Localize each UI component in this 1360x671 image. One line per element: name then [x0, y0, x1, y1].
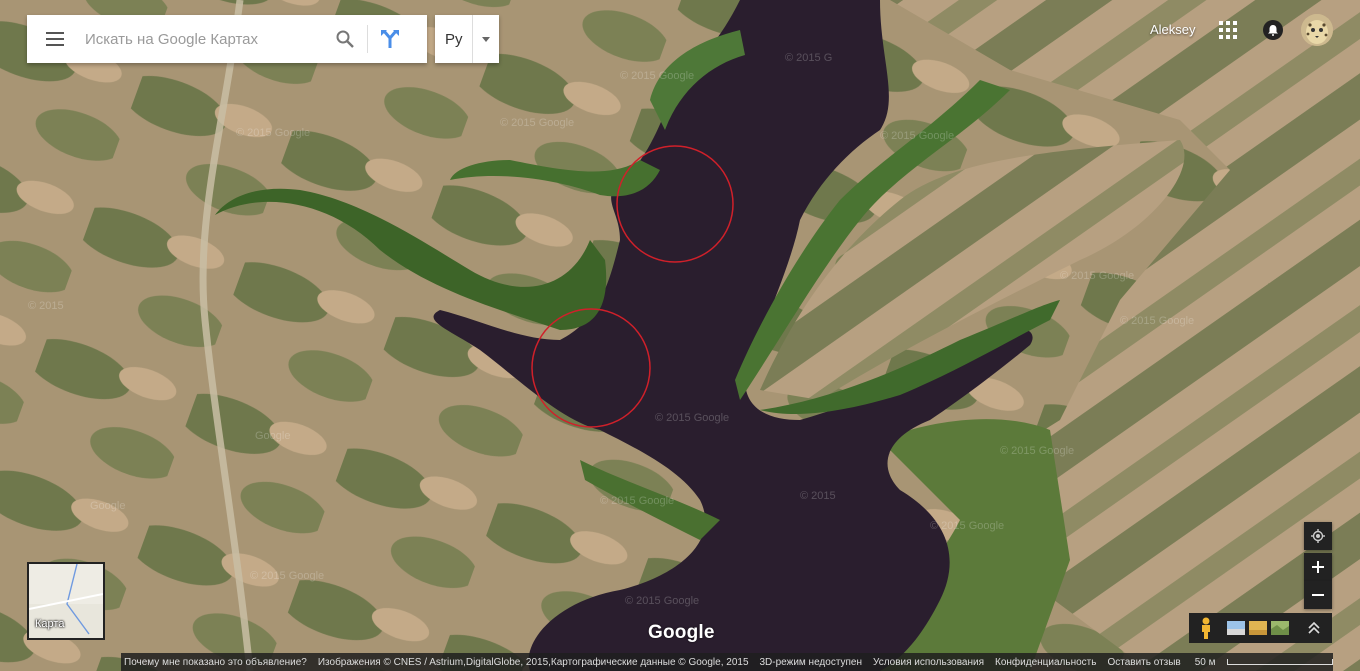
scale-label[interactable]: 50 м [1192, 657, 1333, 668]
search-input[interactable] [83, 18, 323, 60]
map-watermark: Google [255, 430, 291, 442]
feedback-link[interactable]: Оставить отзыв [1107, 657, 1180, 668]
my-location-icon [1311, 529, 1325, 543]
map-watermark: © 2015 Google [500, 117, 575, 129]
map-watermark: © 2015 Google [880, 130, 955, 142]
notifications-button[interactable] [1263, 20, 1283, 40]
map-watermark: © 2015 Google [1000, 445, 1075, 457]
plus-icon [1312, 561, 1324, 573]
map-view-toggle[interactable]: Карта [27, 562, 105, 640]
menu-button[interactable] [27, 15, 83, 63]
layers-bar [1189, 613, 1332, 643]
scale-bar [1226, 658, 1333, 665]
directions-button[interactable] [368, 15, 412, 63]
map-watermark: © 2015 Google [250, 570, 325, 582]
map-watermark: © 2015 G [785, 52, 833, 64]
map-watermark: © 2015 Google [655, 412, 730, 424]
satellite-map[interactable] [0, 0, 1360, 671]
search-box [27, 15, 427, 63]
map-watermark: © 2015 Google [600, 495, 675, 507]
zoom-in-button[interactable] [1304, 553, 1332, 581]
map-watermark: Google [90, 500, 126, 512]
map-watermark: © 2015 Google [1120, 315, 1195, 327]
layer-thumbnail-icon[interactable] [1249, 621, 1267, 635]
pegman-icon[interactable] [1193, 616, 1219, 640]
footer-bar: Почему мне показано это объявление? Изоб… [121, 653, 1333, 671]
privacy-link[interactable]: Конфиденциальность [995, 657, 1096, 668]
my-location-button[interactable] [1304, 522, 1332, 550]
map-watermark: © 2015 Google [236, 127, 311, 139]
minimap-label: Карта [35, 618, 65, 630]
map-watermark: © 2015 [28, 300, 64, 312]
search-button[interactable] [323, 15, 367, 63]
map-watermark: © 2015 Google [620, 70, 695, 82]
apps-grid-icon[interactable] [1218, 20, 1238, 40]
hamburger-icon [46, 32, 64, 46]
google-logo: Google [648, 622, 715, 643]
bell-icon [1268, 24, 1278, 36]
search-icon [336, 30, 354, 48]
mode-3d-status: 3D-режим недоступен [759, 656, 863, 668]
language-selected: Ру [444, 30, 463, 48]
minus-icon [1312, 594, 1324, 596]
layer-thumbnail-icon[interactable] [1227, 621, 1245, 635]
map-watermark: © 2015 [800, 490, 836, 502]
scale-text: 50 м [1194, 656, 1216, 668]
map-watermark: © 2015 Google [625, 595, 700, 607]
user-name[interactable]: Aleksey [1150, 22, 1196, 37]
imagery-credit: Изображения © CNES / Astrium,DigitalGlob… [317, 656, 749, 668]
chevron-down-icon [472, 15, 499, 63]
map-watermark: © 2015 Google [930, 520, 1005, 532]
why-ad-link[interactable]: Почему мне показано это объявление? [124, 657, 307, 668]
terms-link[interactable]: Условия использования [873, 657, 984, 668]
zoom-out-button[interactable] [1304, 581, 1332, 609]
directions-icon [381, 30, 399, 48]
layer-thumbnail-icon[interactable] [1271, 621, 1289, 635]
chevron-up-icon[interactable] [1307, 621, 1321, 635]
avatar[interactable] [1301, 14, 1333, 46]
map-watermark: © 2015 Google [1060, 270, 1135, 282]
language-select[interactable]: Ру [435, 15, 499, 63]
